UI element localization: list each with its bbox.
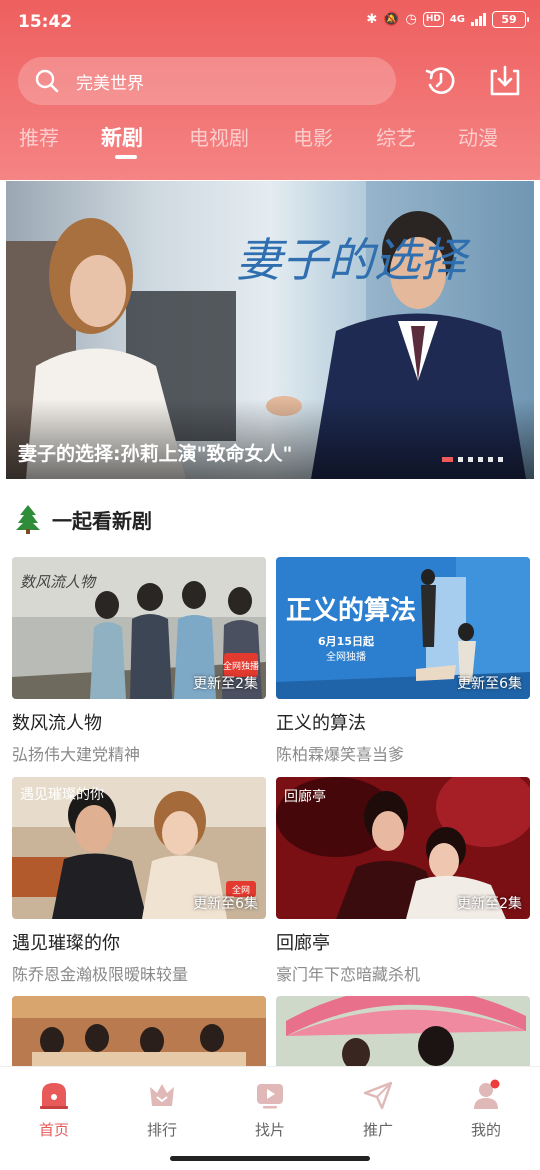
nav-label: 排行 [146,1121,177,1139]
alarm-icon: ◷ [405,11,417,27]
banner-dot [498,457,503,462]
banner-dot [478,457,483,462]
drama-card[interactable]: 6月15日起 全网独播 正义的算法 更新至6集 正义的算法 陈柏霖爆笑喜当爹 [276,557,530,765]
drama-title: 正义的算法 [276,713,366,734]
home-indicator [170,1156,370,1161]
nav-profile[interactable]: 我的 [446,1079,526,1140]
tab-movies[interactable]: 电影 [293,122,333,151]
drama-title: 回廊亭 [276,933,330,954]
drama-thumbnail [12,996,266,1066]
episode-badge: 更新至6集 [193,896,258,912]
drama-subtitle: 弘扬伟大建党精神 [12,745,141,764]
section-header: 一起看新剧 [14,504,152,534]
nav-label: 找片 [254,1121,285,1139]
drama-card-partial[interactable] [276,996,530,1066]
drama-thumbnail [276,996,530,1066]
active-tab-indicator [115,155,137,159]
network-type: 4G [449,13,465,25]
history-button[interactable] [420,61,460,101]
drama-thumbnail: 数风流人物 全网独播 更新至2集 [12,557,266,699]
drama-title: 数风流人物 [12,713,102,734]
nav-label: 推广 [362,1121,393,1139]
banner-poster-title: 妻子的选择 [236,233,471,287]
nav-label: 首页 [38,1121,69,1139]
drama-card-partial[interactable] [12,996,266,1066]
drama-thumbnail: 6月15日起 全网独播 正义的算法 更新至6集 [276,557,530,699]
status-time: 15:42 [18,12,73,32]
category-tabs: 推荐 新剧 电视剧 电影 综艺 动漫 [0,122,540,162]
drama-card[interactable]: 回廊亭 更新至2集 回廊亭 豪门年下恋暗藏杀机 [276,777,530,985]
svg-text:数风流人物: 数风流人物 [20,573,97,591]
bottom-navigation: 首页 排行 找片 推广 我的 [0,1066,540,1170]
episode-badge: 更新至2集 [457,896,522,912]
nav-ranking[interactable]: 排行 [122,1079,202,1140]
drama-subtitle: 陈乔恩金瀚极限暧昧较量 [12,965,189,984]
drama-thumbnail: 回廊亭 更新至2集 [276,777,530,919]
tab-new-drama[interactable]: 新剧 [101,122,143,152]
banner-caption: 妻子的选择:孙莉上演"致命女人" [18,443,293,465]
search-placeholder: 完美世界 [76,73,144,94]
app-header: 15:42 ✱ 🔕 ◷ HD 4G 59 完美世界 推荐 新剧 电视剧 电影 综… [0,0,540,180]
status-bar: 15:42 ✱ 🔕 ◷ HD 4G 59 [0,0,540,44]
search-input[interactable]: 完美世界 [18,57,396,105]
nav-discover[interactable]: 找片 [230,1079,310,1140]
banner-dot [488,457,493,462]
tab-recommend[interactable]: 推荐 [19,122,59,151]
svg-text:全网独播: 全网独播 [326,650,366,663]
svg-text:正义的算法: 正义的算法 [286,595,416,626]
banner-dot [468,457,473,462]
history-icon [425,67,455,94]
notification-dot [490,1079,500,1089]
svg-text:6月15日起: 6月15日起 [318,634,375,648]
tab-variety[interactable]: 综艺 [376,122,416,151]
drama-card[interactable]: 遇见璀璨的你 全网 更新至6集 遇见璀璨的你 陈乔恩金瀚极限暧昧较量 [12,777,266,985]
home-icon [40,1083,68,1109]
nav-promote[interactable]: 推广 [338,1079,418,1140]
banner-dot [458,457,463,462]
tree-icon [16,505,40,534]
send-icon [363,1081,393,1110]
nav-label: 我的 [470,1121,501,1139]
tab-anime[interactable]: 动漫 [458,122,498,151]
tab-tv-series[interactable]: 电视剧 [189,122,249,151]
svg-text:回廊亭: 回廊亭 [284,788,326,805]
drama-card[interactable]: 数风流人物 全网独播 更新至2集 数风流人物 弘扬伟大建党精神 [12,557,266,765]
drama-subtitle: 陈柏霖爆笑喜当爹 [276,745,405,764]
banner-pagination [442,457,503,462]
banner-dot [442,457,453,462]
hd-icon: HD [422,11,444,27]
episode-badge: 更新至2集 [193,676,258,692]
drama-title: 遇见璀璨的你 [12,933,120,954]
status-icons: ✱ 🔕 ◷ HD 4G 59 [366,10,529,28]
section-title: 一起看新剧 [52,508,152,533]
drama-thumbnail: 遇见璀璨的你 全网 更新至6集 [12,777,266,919]
nav-home[interactable]: 首页 [14,1079,94,1140]
search-icon [35,69,59,93]
episode-badge: 更新至6集 [457,676,522,692]
tv-icon [257,1084,283,1109]
bluetooth-icon: ✱ [366,11,378,27]
crown-icon [150,1084,174,1106]
svg-text:遇见璀璨的你: 遇见璀璨的你 [20,787,104,803]
signal-icon [471,12,486,26]
battery-icon: 59 [492,10,529,28]
svg-text:全网独播: 全网独播 [223,660,259,672]
download-button[interactable] [485,61,525,101]
drama-subtitle: 豪门年下恋暗藏杀机 [276,965,421,984]
profile-icon [474,1079,500,1109]
banner-carousel[interactable]: 妻子的选择 妻子的选择:孙莉上演"致命女人" [6,181,534,479]
download-icon [490,65,520,96]
mute-icon: 🔕 [383,11,400,27]
